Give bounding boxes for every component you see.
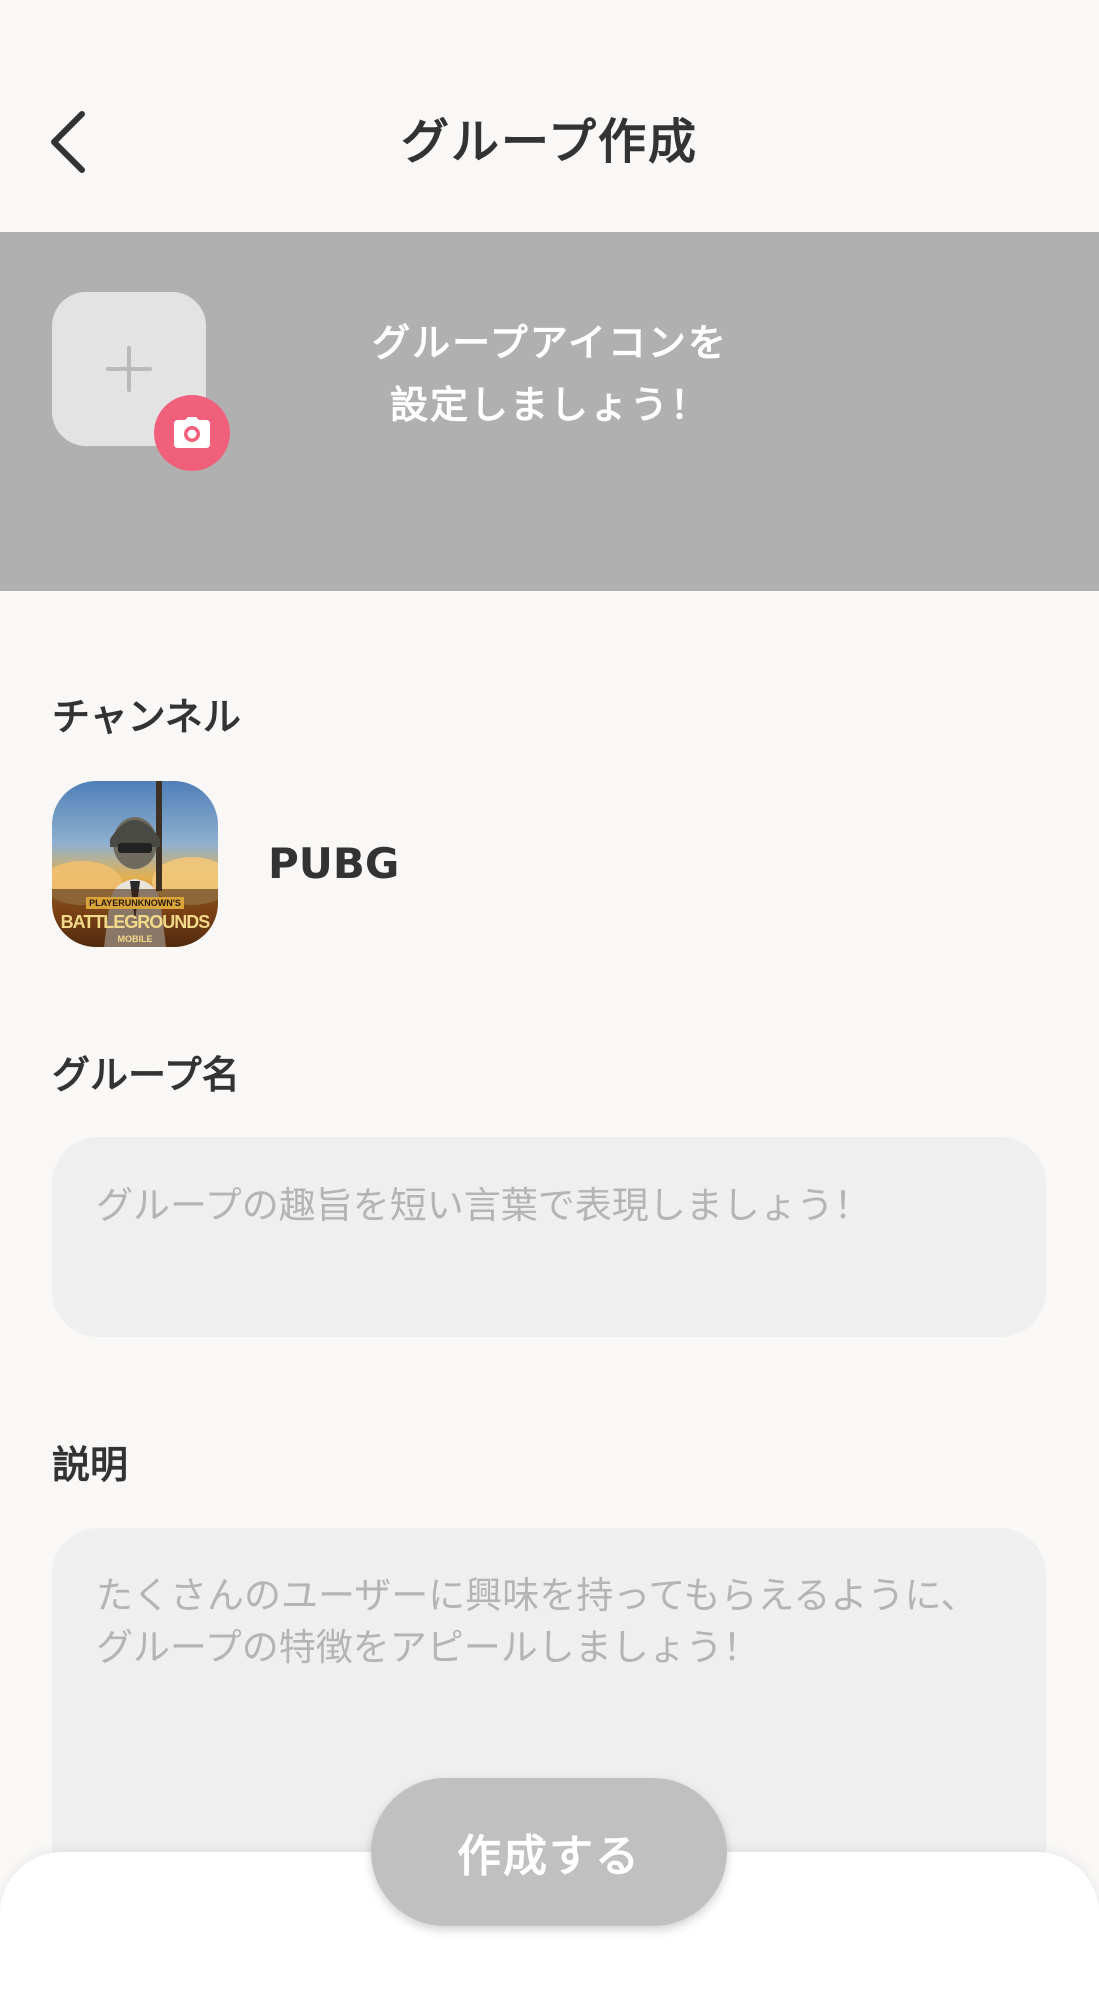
channel-thumbnail: PLAYERUNKNOWN'S BATTLEGROUNDS MOBILE	[52, 781, 218, 947]
channel-label: チャンネル	[52, 695, 241, 739]
camera-icon	[174, 417, 210, 448]
thumbnail-logo-line2: BATTLEGROUNDS	[60, 912, 211, 932]
group-name-input[interactable]	[52, 1137, 1046, 1337]
page-title: グループ作成	[400, 114, 699, 170]
group-icon-prompt-line1: グループアイコンを	[372, 321, 728, 365]
camera-button[interactable]	[154, 395, 230, 471]
header: グループ作成	[0, 0, 1099, 232]
thumbnail-logo-line1: PLAYERUNKNOWN'S	[86, 897, 184, 909]
plus-icon	[106, 346, 152, 392]
thumbnail-logo-line3: MOBILE	[117, 934, 153, 944]
group-icon-section: グループアイコンを 設定しましょう！	[0, 232, 1099, 591]
create-button[interactable]: 作成する	[371, 1778, 727, 1926]
description-label: 説明	[52, 1443, 129, 1487]
group-icon-prompt: グループアイコンを 設定しましょう！	[290, 312, 810, 436]
group-name-label: グループ名	[52, 1053, 240, 1097]
group-icon-prompt-line2: 設定しましょう！	[389, 383, 710, 427]
channel-name: PUBG	[268, 839, 400, 888]
